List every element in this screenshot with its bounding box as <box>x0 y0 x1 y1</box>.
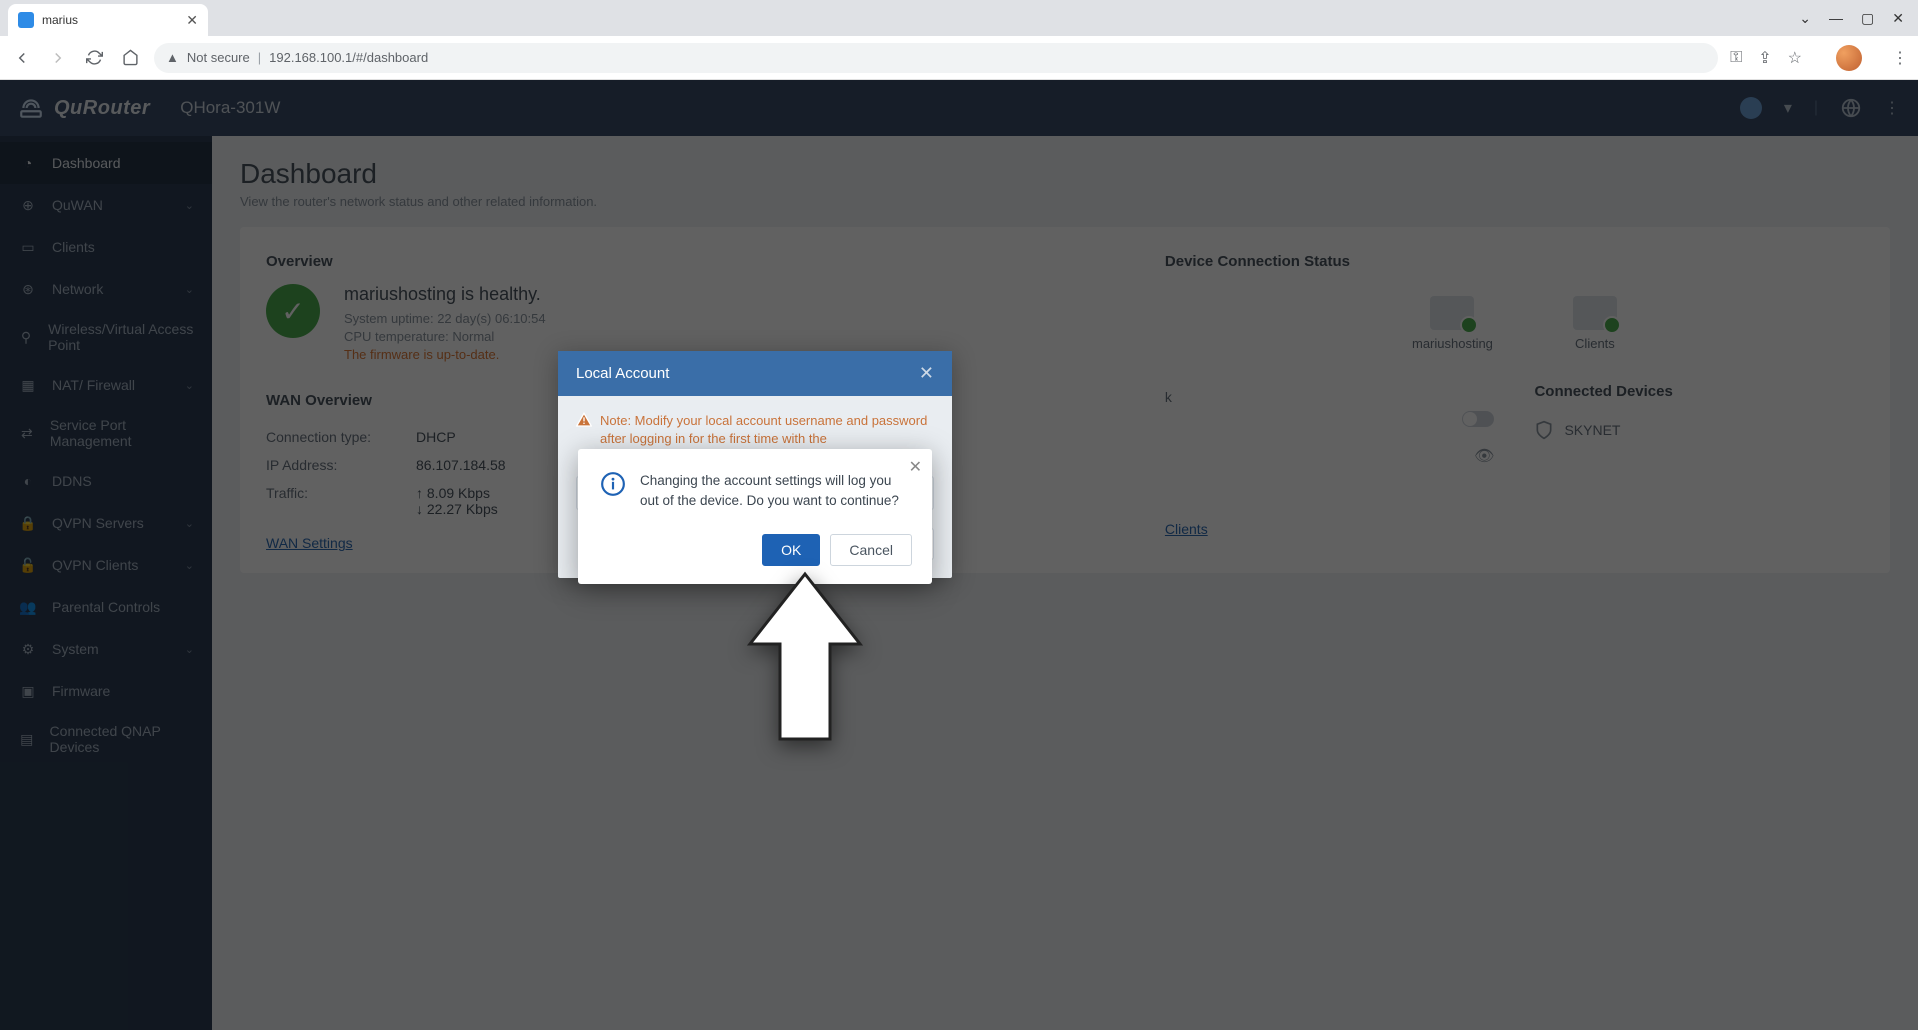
nav-back-icon[interactable] <box>10 46 34 70</box>
confirm-dialog: ✕ Changing the account settings will log… <box>578 449 932 584</box>
modal-note-text: Note: Modify your local account username… <box>600 412 934 448</box>
warning-icon <box>576 412 592 428</box>
dialog-close-icon[interactable]: ✕ <box>909 457 922 477</box>
browser-menu-icon[interactable]: ⋮ <box>1892 48 1908 68</box>
window-maximize-icon[interactable]: ▢ <box>1861 10 1874 27</box>
nav-home-icon[interactable] <box>118 46 142 70</box>
chevron-down-icon[interactable]: ⌄ <box>1799 10 1811 27</box>
browser-tab[interactable]: marius ✕ <box>8 4 208 36</box>
modal-title: Local Account <box>576 365 669 382</box>
share-icon[interactable]: ⇪ <box>1758 48 1771 68</box>
tab-title: marius <box>42 13 78 27</box>
key-icon[interactable]: ⚿ <box>1730 49 1742 67</box>
cancel-button[interactable]: Cancel <box>830 534 912 566</box>
modal-backdrop <box>0 80 1918 1030</box>
ok-button[interactable]: OK <box>762 534 820 566</box>
window-close-icon[interactable]: ✕ <box>1892 10 1904 27</box>
browser-tab-strip: marius ✕ ⌄ — ▢ ✕ <box>0 0 1918 36</box>
browser-toolbar: ▲ Not secure | 192.168.100.1/#/dashboard… <box>0 36 1918 80</box>
confirm-text: Changing the account settings will log y… <box>640 471 910 510</box>
info-icon <box>600 471 626 497</box>
insecure-icon: ▲ <box>166 50 179 65</box>
nav-forward-icon[interactable] <box>46 46 70 70</box>
nav-reload-icon[interactable] <box>82 46 106 70</box>
tab-favicon <box>18 12 34 28</box>
url-text: 192.168.100.1/#/dashboard <box>269 50 428 65</box>
secure-label: Not secure <box>187 50 250 65</box>
tab-close-icon[interactable]: ✕ <box>186 12 198 29</box>
bookmark-star-icon[interactable]: ☆ <box>1788 48 1802 68</box>
modal-close-icon[interactable]: ✕ <box>919 363 934 384</box>
profile-avatar[interactable] <box>1836 45 1862 71</box>
window-minimize-icon[interactable]: — <box>1829 10 1843 26</box>
address-bar[interactable]: ▲ Not secure | 192.168.100.1/#/dashboard <box>154 43 1718 73</box>
